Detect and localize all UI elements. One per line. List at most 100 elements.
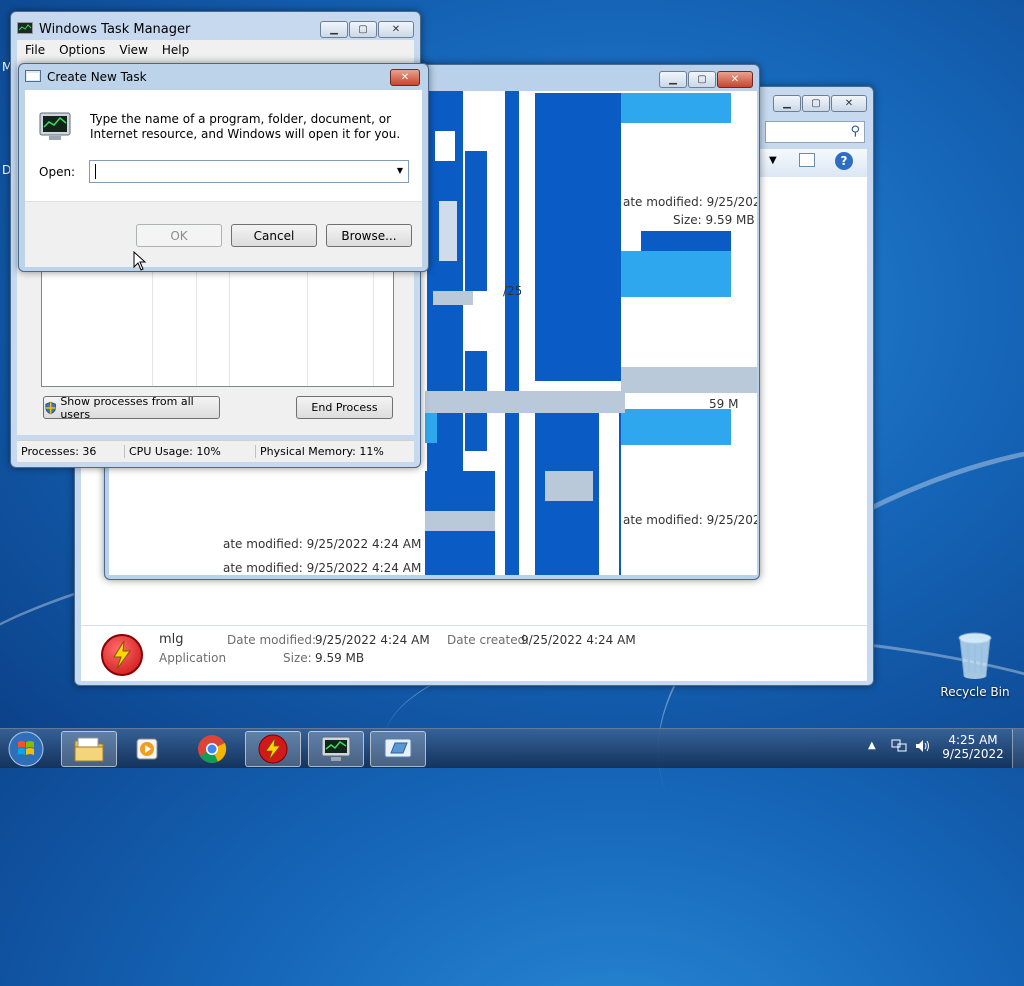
cancel-button[interactable]: Cancel (231, 224, 317, 247)
glitch-tile (621, 367, 757, 393)
glitch-tile (621, 93, 731, 123)
chrome-icon (198, 735, 227, 763)
status-cpu: CPU Usage: 10% (125, 445, 256, 458)
view-dropdown-icon[interactable]: ▼ (769, 155, 777, 166)
menu-bar: File Options View Help (17, 40, 414, 60)
shield-icon (45, 401, 56, 414)
mouse-cursor-icon (133, 251, 147, 271)
clock[interactable]: 4:25 AM 9/25/2022 (940, 733, 1006, 761)
process-list[interactable] (41, 260, 394, 387)
menu-file[interactable]: File (25, 43, 45, 57)
ghost-fragment: /25 (503, 284, 523, 298)
glitch-tile (425, 391, 625, 413)
glitch-tile (545, 471, 593, 501)
open-label: Open: (39, 165, 76, 179)
details-pane: mlg Application Date modified: 9/25/2022… (81, 625, 867, 681)
taskbar-mlg-app[interactable] (245, 731, 301, 767)
size-label: Size: (283, 651, 312, 665)
glitch-tile (599, 411, 619, 575)
dropdown-arrow-icon[interactable]: ▼ (397, 166, 403, 175)
taskbar-remote-desktop[interactable] (370, 731, 426, 767)
run-icon (25, 70, 41, 82)
mlg-app-icon (101, 634, 143, 676)
glitch-tile (425, 471, 495, 511)
taskbar-chrome[interactable] (184, 731, 240, 767)
preview-pane-icon[interactable] (799, 153, 815, 167)
glitch-tile (505, 91, 519, 575)
ghost-date-modified: ate modified: 9/25/2022 4:24 AM (623, 513, 757, 527)
file-name: mlg (159, 632, 184, 647)
minimize-button[interactable]: ▁ (320, 21, 348, 38)
browse-button[interactable]: Browse... (326, 224, 412, 247)
remote-desktop-icon (384, 738, 412, 758)
show-hidden-icons-arrow[interactable]: ▲ (868, 740, 876, 751)
end-process-button[interactable]: End Process (296, 396, 393, 419)
minimize-button[interactable]: ▁ (773, 95, 801, 112)
create-new-task-dialog[interactable]: Create New Task ✕ Type the name of a pro… (18, 63, 429, 272)
network-icon[interactable] (890, 738, 908, 754)
glitch-tile (621, 123, 731, 183)
task-manager-large-icon (39, 112, 71, 140)
glitch-tile (519, 91, 535, 575)
taskbar-media-player[interactable] (119, 731, 175, 767)
glitch-tile (621, 251, 731, 297)
clock-date: 9/25/2022 (942, 747, 1004, 761)
clock-time: 4:25 AM (948, 733, 998, 747)
file-explorer-icon (74, 737, 104, 762)
help-icon[interactable]: ? (835, 152, 853, 170)
search-icon: ⚲ (850, 124, 860, 139)
glitch-tile (425, 511, 495, 531)
date-created-label: Date created: (447, 633, 530, 647)
open-combobox[interactable]: ▼ (89, 160, 409, 183)
glitch-tile (465, 151, 487, 291)
date-modified-value: 9/25/2022 4:24 AM (315, 633, 430, 647)
windows-logo-icon (8, 731, 44, 767)
menu-view[interactable]: View (119, 43, 147, 57)
ok-button[interactable]: OK (136, 224, 222, 247)
ghost-fragment: 59 M (709, 397, 739, 411)
minimize-button[interactable]: ▁ (659, 71, 687, 88)
maximize-button[interactable]: ▢ (349, 21, 377, 38)
glitch-tile (435, 131, 455, 161)
dialog-content: Type the name of a program, folder, docu… (25, 90, 422, 201)
size-value: 9.59 MB (315, 651, 365, 665)
dialog-titlebar[interactable]: Create New Task ✕ (19, 64, 428, 90)
show-desktop-button[interactable] (1012, 729, 1024, 768)
maximize-button[interactable]: ▢ (688, 71, 716, 88)
date-created-value: 9/25/2022 4:24 AM (521, 633, 636, 647)
maximize-button[interactable]: ▢ (802, 95, 830, 112)
glitch-tile (621, 297, 757, 367)
glitch-tile (439, 201, 457, 261)
show-all-processes-label: Show processes from all users (60, 394, 194, 421)
menu-options[interactable]: Options (59, 43, 105, 57)
mlg-app-icon (258, 734, 288, 764)
text-caret (95, 164, 96, 179)
dialog-description: Type the name of a program, folder, docu… (90, 112, 401, 141)
ghost-date-modified: ate modified: 9/25/2022 4:24 AM (223, 537, 422, 551)
glitch-tile (433, 291, 473, 305)
glitch-tile (425, 413, 437, 443)
close-button[interactable]: ✕ (378, 21, 414, 38)
glitch-tile (641, 231, 731, 251)
dialog-title: Create New Task (47, 70, 147, 84)
close-button[interactable]: ✕ (717, 71, 753, 88)
glitch-tile (621, 409, 731, 445)
recycle-bin-icon (958, 632, 992, 679)
dialog-button-area: OK Cancel Browse... (25, 201, 422, 267)
status-processes: Processes: 36 (17, 445, 125, 458)
show-all-processes-button[interactable]: Show processes from all users (43, 394, 220, 421)
start-button[interactable] (6, 731, 46, 767)
volume-icon[interactable] (914, 738, 932, 754)
glitch-tile (425, 531, 495, 575)
ghost-date-modified: ate modified: 9/25/2022 4:24 AM (223, 561, 422, 575)
close-button[interactable]: ✕ (831, 95, 867, 112)
dialog-close-button[interactable]: ✕ (390, 69, 420, 86)
status-memory: Physical Memory: 11% (260, 445, 384, 458)
recycle-bin[interactable]: Recycle Bin (940, 630, 1010, 699)
search-input[interactable]: ⚲ (765, 121, 865, 143)
taskbar-task-manager[interactable] (308, 731, 364, 767)
glitch-tile (621, 445, 757, 505)
menu-help[interactable]: Help (162, 43, 189, 57)
taskbar-file-explorer[interactable] (61, 731, 117, 767)
file-type: Application (159, 651, 227, 665)
